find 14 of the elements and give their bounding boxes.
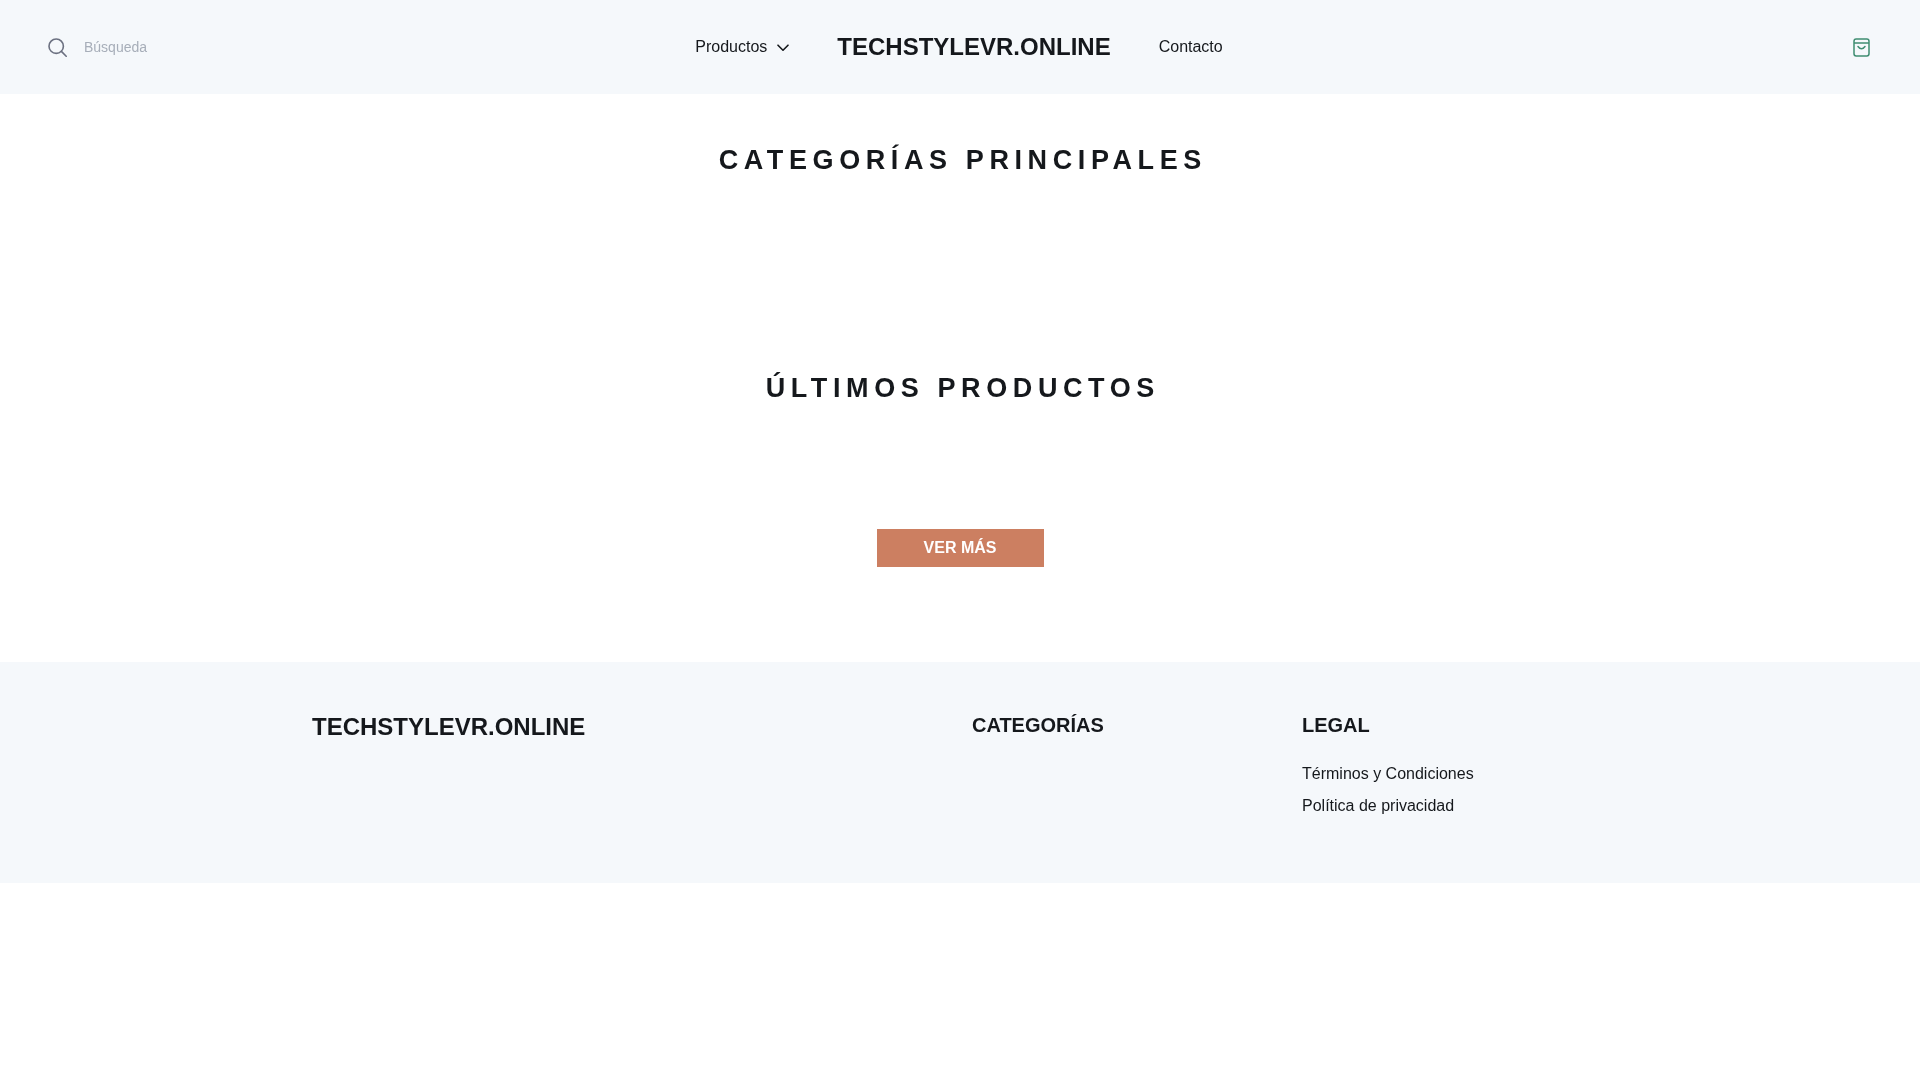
footer-heading: LEGAL (1302, 713, 1370, 737)
footer-heading: CATEGORÍAS (972, 713, 1104, 737)
search-field[interactable]: Búsqueda (84, 37, 284, 57)
section-heading: CATEGORÍAS PRINCIPALES (717, 144, 1207, 176)
footer-link[interactable]: Términos y Condiciones (1302, 764, 1474, 784)
products-menu[interactable]: Productos (695, 37, 790, 57)
footer-link[interactable]: Política de privacidad (1302, 796, 1455, 816)
footer-logo: TECHSTYLEVR.ONLINE (312, 713, 586, 741)
section-heading: ÚLTIMOS PRODUCTOS (764, 372, 1160, 404)
site-logo[interactable]: TECHSTYLEVR.ONLINE (837, 33, 1111, 61)
chevron-down-icon (777, 44, 790, 52)
shopping-bag-icon[interactable] (1853, 37, 1870, 57)
nav-link[interactable]: Contacto (1158, 37, 1223, 57)
search-icon (48, 37, 67, 57)
